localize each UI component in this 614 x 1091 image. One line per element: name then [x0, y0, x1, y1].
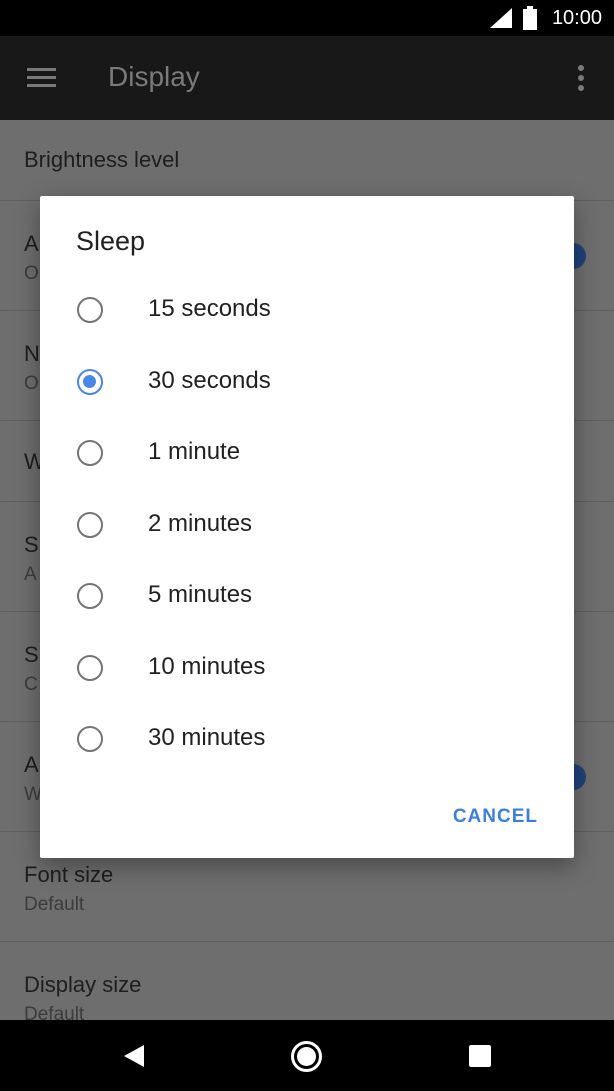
- page-title: Display: [108, 61, 200, 92]
- setting-title: S: [24, 642, 39, 667]
- setting-brightness-level[interactable]: Brightness level: [0, 120, 614, 201]
- option-label: 2 minutes: [148, 510, 253, 537]
- setting-title: Brightness level: [24, 147, 180, 172]
- radio-button[interactable]: [77, 726, 103, 752]
- radio-button[interactable]: [77, 440, 103, 466]
- setting-title: A: [24, 231, 39, 256]
- option-2-minutes[interactable]: 2 minutes: [40, 498, 574, 554]
- setting-subtitle: Default: [24, 894, 85, 915]
- option-label: 1 minute: [148, 438, 241, 465]
- app-bar: Display: [0, 36, 614, 120]
- option-30-minutes[interactable]: 30 minutes: [40, 712, 574, 768]
- back-icon[interactable]: [122, 1044, 146, 1068]
- status-time: 10:00: [551, 7, 602, 29]
- menu-icon[interactable]: [27, 68, 56, 88]
- sleep-dialog: Sleep 15 seconds 30 seconds 1 minute 2 m…: [40, 196, 574, 858]
- option-10-minutes[interactable]: 10 minutes: [40, 641, 574, 697]
- option-label: 30 minutes: [148, 724, 266, 751]
- option-label: 10 minutes: [148, 653, 266, 680]
- radio-button[interactable]: [77, 583, 103, 609]
- setting-title: Font size: [24, 862, 114, 887]
- option-30-seconds[interactable]: 30 seconds: [40, 355, 574, 411]
- option-label: 30 seconds: [148, 367, 271, 394]
- signal-icon: [490, 8, 512, 28]
- option-15-seconds[interactable]: 15 seconds: [40, 283, 574, 339]
- radio-button[interactable]: [77, 512, 103, 538]
- dialog-title: Sleep: [76, 226, 146, 256]
- status-bar: 10:00: [0, 0, 614, 36]
- setting-subtitle: O: [24, 373, 39, 394]
- option-5-minutes[interactable]: 5 minutes: [40, 569, 574, 625]
- radio-button[interactable]: [77, 655, 103, 681]
- setting-title: S: [24, 532, 39, 557]
- option-1-minute[interactable]: 1 minute: [40, 426, 574, 482]
- option-label: 15 seconds: [148, 295, 271, 322]
- setting-subtitle: A: [24, 564, 37, 585]
- recent-apps-icon[interactable]: [469, 1045, 491, 1067]
- setting-subtitle: C: [24, 674, 38, 695]
- more-options-icon[interactable]: [573, 64, 589, 92]
- setting-title: A: [24, 752, 39, 777]
- navigation-bar: [0, 1020, 614, 1091]
- radio-button-selected[interactable]: [77, 369, 103, 395]
- setting-subtitle: O: [24, 263, 39, 284]
- setting-title: N: [24, 341, 40, 366]
- option-label: 5 minutes: [148, 581, 253, 608]
- setting-title: Display size: [24, 972, 142, 997]
- radio-button[interactable]: [77, 297, 103, 323]
- home-icon[interactable]: [290, 1040, 323, 1073]
- cancel-button[interactable]: CANCEL: [453, 806, 538, 828]
- battery-icon: [523, 6, 537, 30]
